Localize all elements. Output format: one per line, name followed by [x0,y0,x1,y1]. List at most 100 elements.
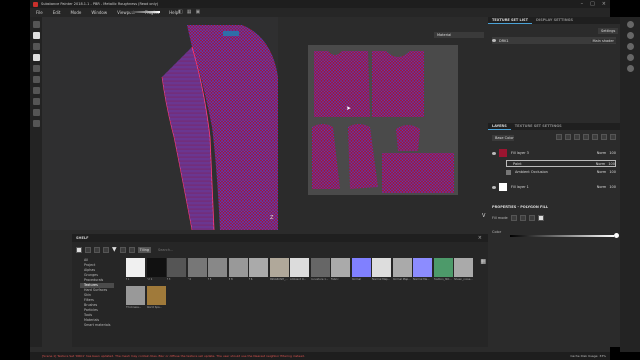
menu-mode[interactable]: Mode [70,10,81,15]
camera-icon[interactable]: ◧ [178,9,183,15]
filter-icon[interactable]: ▼ [112,246,117,253]
color-swatch[interactable] [614,233,619,238]
tab-display-settings[interactable]: DISPLAY SETTINGS [532,17,577,24]
add-layer-icon[interactable] [583,134,589,140]
minimize-icon[interactable]: – [581,1,584,7]
shelf-item[interactable]: Normal Map... [392,258,413,282]
history-dock-icon[interactable] [626,65,634,72]
shelf-item[interactable]: Sheen_noise... [454,258,474,282]
layer-ambient-occlusion[interactable]: Ambient Occlusion Norm 100 [506,168,616,176]
visibility-icon[interactable] [492,185,496,189]
shelf-item-thumbnail [208,258,227,277]
tab-layers[interactable]: LAYERS [488,123,511,130]
grid-view-icon[interactable] [128,246,135,253]
shelf-item[interactable]: Curvature 1... [310,258,331,282]
new-folder-icon[interactable] [85,246,91,253]
brush-size-slider[interactable] [130,11,160,13]
grid-size-icon[interactable]: ▦ [480,258,486,265]
layer-thumbnail [506,169,511,175]
material-picker-tool[interactable] [32,98,40,105]
maximize-icon[interactable]: □ [590,1,595,7]
layer-fill-1[interactable]: Fill layer 1 Norm 100 [492,182,616,192]
search-input[interactable]: Search... [158,248,173,252]
list-view-icon[interactable] [119,246,126,253]
2d-uv-viewport[interactable]: Material ➤ V [278,17,488,230]
shelf-item[interactable]: Thickness... [126,286,146,310]
shader-dropdown[interactable]: Main shader [590,38,616,43]
menu-help[interactable]: Help [169,10,178,15]
shelf-item[interactable]: 8 8 [228,258,249,282]
blend-mode[interactable]: Norm [597,185,607,189]
blend-mode[interactable]: Norm [597,170,607,174]
export-tool[interactable] [32,120,40,127]
add-fill-layer-icon[interactable] [574,134,580,140]
duplicate-layer-icon[interactable] [601,134,607,140]
shelf-item-label: Normal Ma... [413,278,430,281]
add-effect-icon[interactable] [556,134,562,140]
shelf-item[interactable]: Normal [351,258,372,282]
shelf-close-icon[interactable]: × [478,235,482,241]
close-icon[interactable]: × [602,1,606,7]
status-warning: [Scene 1] Texture Set 'DRK1' has been up… [42,354,305,358]
fill-uv-island-icon[interactable] [537,215,544,221]
blend-mode[interactable]: Norm [596,162,606,166]
clone-tool[interactable] [32,76,40,83]
layout-icon[interactable]: ▦ [187,9,192,15]
layer-opacity[interactable]: 100 [609,151,616,155]
eraser-tool[interactable] [32,32,40,39]
shelf-item[interactable]: Position_ISO... [433,258,454,282]
shelf-item[interactable]: Normal Map... [372,258,392,282]
shelf-item[interactable]: f 1 [126,258,146,282]
layer-fill-3[interactable]: Fill layer 3 Norm 100 [492,148,616,158]
tab-texture-set-settings[interactable]: TEXTURE SET SETTINGS [511,123,566,130]
fill-polygon-icon[interactable] [528,215,535,221]
shelf-item[interactable]: Normal Ma... [413,258,433,282]
shelf-item[interactable]: Ambient O... [290,258,310,282]
display-settings-dock-icon[interactable] [626,54,634,61]
fill-quad-icon[interactable] [519,215,526,221]
layer-opacity[interactable]: 100 [609,170,616,174]
shelf-item[interactable]: Fabric [331,258,351,282]
bake-tool[interactable] [32,109,40,116]
menu-window[interactable]: Window [91,10,107,15]
shelf-item[interactable]: World Spa... [146,286,167,310]
settings-button[interactable]: Settings [598,28,618,34]
texture-set-row[interactable]: DRK1 Main shader [492,37,616,44]
layer-opacity[interactable]: 100 [608,162,615,166]
texture-set-dock-icon[interactable] [626,21,634,28]
import-icon[interactable] [94,246,100,253]
fill-triangle-icon[interactable] [510,215,517,221]
visibility-icon[interactable] [492,151,496,155]
shelf-item[interactable]: f 5 [208,258,228,282]
blend-mode[interactable]: Norm [597,151,607,155]
screenshot-icon[interactable]: ▣ [195,9,200,15]
menu-file[interactable]: File [36,10,43,15]
shelf-item[interactable]: f 6 [249,258,269,282]
add-icon[interactable] [103,246,109,253]
properties-dock-icon[interactable] [626,43,634,50]
paint-brush-tool[interactable] [32,21,40,28]
projection-tool[interactable] [32,43,40,50]
menu-edit[interactable]: Edit [53,10,61,15]
add-mask-icon[interactable] [565,134,571,140]
filter-tag[interactable]: Tiling [137,246,152,253]
shelf-item[interactable]: ANKAROSH_... [269,258,290,282]
layer-paint[interactable]: Paint Norm 100 [506,160,616,167]
add-folder-icon[interactable] [592,134,598,140]
shelf-item[interactable]: f 3 [167,258,187,282]
picker-tool[interactable] [32,87,40,94]
3d-viewport[interactable]: Z [42,17,278,230]
channel-dropdown[interactable]: Base Color [492,135,514,141]
tab-texture-set-list[interactable]: TEXTURE SET LIST [488,17,532,24]
layer-opacity[interactable]: 100 [609,185,616,189]
delete-layer-icon[interactable] [610,134,616,140]
shelf-item[interactable]: f 2 1 [146,258,167,282]
smudge-tool[interactable] [32,65,40,72]
category-smart-materials[interactable]: Smart materials [80,323,114,328]
polygon-fill-tool[interactable] [32,54,40,61]
visibility-icon[interactable] [492,39,496,42]
folder-icon[interactable] [76,246,82,253]
layers-dock-icon[interactable] [626,32,634,39]
color-slider[interactable] [510,235,614,237]
shelf-item[interactable]: f 4 [187,258,208,282]
